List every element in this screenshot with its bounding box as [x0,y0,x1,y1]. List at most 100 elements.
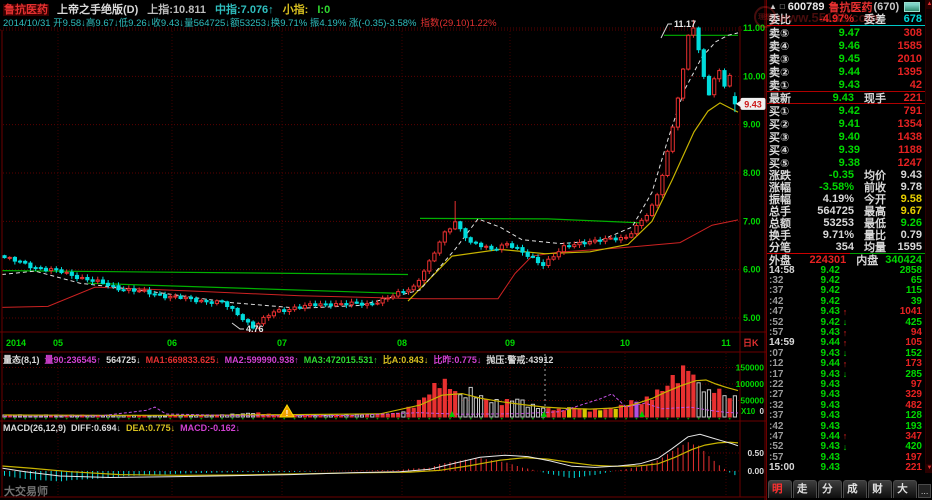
tab-大盘[interactable]: 大盘 [893,480,917,498]
up-arrow-icon: ↑ [840,359,850,369]
tick-volume: 115 [850,285,922,296]
tick-price: 9.43 [800,410,840,421]
tab-分价[interactable]: 分价 [818,480,842,498]
quote-panel: ▲ □ 600789 鲁抗医药 (670) 委比 -4.97% 委差 678 卖… [766,0,932,500]
moving-average-lines [2,33,738,308]
trading-terminal: !11.0010.009.008.007.006.005.00201405060… [0,0,932,500]
tick-volume: 193 [850,421,922,432]
svg-text:05: 05 [53,338,63,348]
up-arrow-icon: ↑ [840,338,850,348]
info-value: 9.58 [896,193,922,205]
tab-财务[interactable]: 财务 [868,480,892,498]
tab-明细[interactable]: 明细 [768,480,792,498]
info-value: 9.67 [896,205,922,217]
down-arrow-icon: ↓ [840,348,850,358]
info-value: 4.19% [802,193,854,205]
tab-走势[interactable]: 走势 [793,480,817,498]
tick-row: :379.42115 [767,286,932,296]
svg-text:06: 06 [167,338,177,348]
tick-row: :179.43↓285 [767,369,932,379]
waipan-value: 224301 [799,254,846,266]
app-watermark: 大交易师 [4,484,48,498]
tick-time: 15:00 [769,462,800,473]
svg-text:5.00: 5.00 [743,313,761,323]
tick-volume: 197 [850,452,922,463]
svg-text:150000: 150000 [736,363,765,373]
down-arrow-icon: ↓ [840,317,850,327]
scroll-down-icon[interactable]: ▼ [926,464,932,473]
scrollbar[interactable]: ▲ ▼ [925,0,932,473]
indicator-segment: 抛压:警戒:43912 [486,355,553,365]
tick-row: :529.43↓420 [767,442,932,452]
tick-row: :479.43↑1041 [767,307,932,317]
tick-volume: 105 [850,337,922,348]
svg-text:0: 0 [760,407,765,416]
weicha-value: 678 [896,13,922,25]
level-price: 9.44 [802,66,860,78]
tick-volume: 329 [850,389,922,400]
tick-row: :379.43128 [767,410,932,420]
svg-text:!: ! [286,409,289,418]
indicator-segment: MACD(26,12,9) [3,423,66,433]
svg-text:10: 10 [620,338,630,348]
tick-row: :429.43193 [767,421,932,431]
tick-row: :129.44↑173 [767,359,932,369]
scroll-up-icon[interactable]: ▲ [926,0,932,9]
svg-text:6.00: 6.00 [743,265,761,275]
level-volume: 1438 [860,131,922,143]
tick-price: 9.44 [800,337,840,348]
price-annotations: 11.174.76 [232,19,696,334]
tick-row: 15:009.43221 [767,462,932,472]
tick-time: :57 [769,327,800,338]
volume-indicator-header: 量态(8,1)量90:236545↑564725↓MA1:669833.625↓… [3,353,738,366]
tick-row: :229.43 97 [767,379,932,389]
indicator-segment: MACD:-0.162↓ [180,423,240,433]
ohlc-status-bar: 2014/10/31 开9.58↓高9.67↓低9.26↓收9.43↓量5647… [3,15,755,29]
pin-icon[interactable]: ▲ [769,2,777,11]
level-volume: 308 [860,27,922,39]
tick-price: 9.43 [800,379,840,390]
indicator-segment: MA3:472015.531↑ [304,355,378,365]
tick-price: 9.44 [800,431,840,442]
minichart-icon[interactable] [904,2,920,12]
svg-text:0.00: 0.00 [747,466,764,476]
level-volume: 791 [860,105,922,117]
tick-volume: 1041 [850,306,922,317]
tab-成本[interactable]: 成本 [843,480,867,498]
svg-text:50000: 50000 [740,396,764,406]
svg-text:7.00: 7.00 [743,216,761,226]
tick-time: :22 [769,379,800,390]
indicator-segment: 量90:236545↑ [45,355,102,365]
up-arrow-icon: ↑ [840,431,850,441]
tab-more-button[interactable]: ... [918,484,931,498]
svg-text:10.00: 10.00 [743,71,766,81]
window-icon[interactable]: □ [780,2,785,11]
tick-row: :279.43329 [767,390,932,400]
tick-price: 9.42 [800,265,840,276]
waipan-row: 外盘 224301 内盘 340424 [767,254,932,265]
tick-time: :37 [769,410,800,421]
info-value: 9.71% [802,229,854,241]
svg-text:07: 07 [277,338,287,348]
tick-price: 9.42 [800,275,840,286]
down-arrow-icon: ↓ [840,369,850,379]
tick-volume: 173 [850,358,922,369]
up-arrow-icon: ↑ [840,307,850,317]
tick-volume: 97 [850,379,922,390]
tick-row: :479.44↑347 [767,431,932,441]
tick-price: 9.42 [800,296,840,307]
tick-time: :52 [769,317,800,328]
tick-price: 9.43 [800,421,840,432]
info-value: 0.79 [896,229,922,241]
info-value: 564725 [802,205,854,217]
svg-text:9.00: 9.00 [743,120,761,130]
tick-time: 14:58 [769,265,800,276]
ohlc-segment: 2014/10/31 开9.58↓高9.67↓低9.26↓收9.43↓量5647… [3,18,417,29]
tick-price: 9.43 [800,327,840,338]
tick-price: 9.43 [800,400,840,411]
svg-text:X10: X10 [741,407,756,416]
warning-icon: ! [280,405,294,418]
tick-volume: 425 [850,317,922,328]
tick-row: :429.4239 [767,296,932,306]
indicator-segment: 比A:0.843↓ [383,355,429,365]
